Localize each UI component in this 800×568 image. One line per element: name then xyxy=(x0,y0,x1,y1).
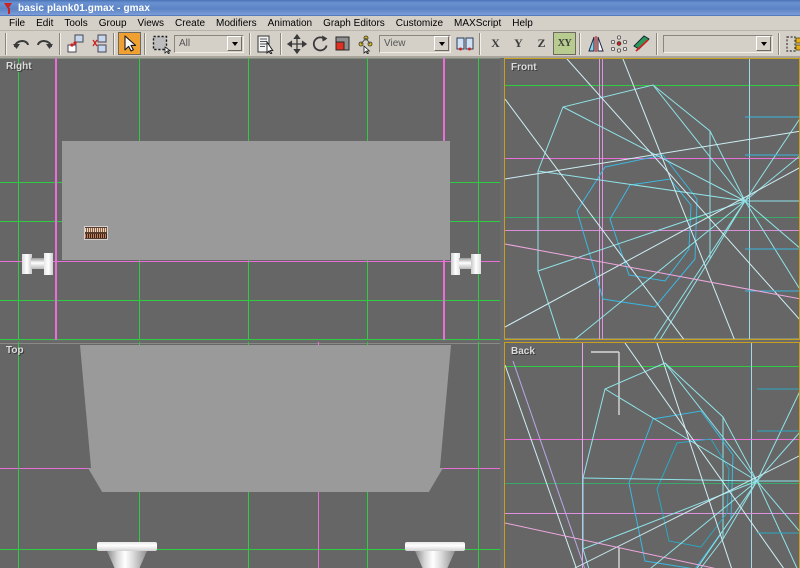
menu-item-views[interactable]: Views xyxy=(133,17,171,30)
plank-object-top-view[interactable] xyxy=(80,345,451,469)
grid-line xyxy=(0,343,500,344)
reference-coordinate-system-value: View xyxy=(384,38,406,49)
texture-swatch-icon[interactable] xyxy=(84,226,108,240)
menu-item-help[interactable]: Help xyxy=(507,17,539,30)
restrict-x-label: X xyxy=(491,36,500,50)
leg-left-shaft[interactable] xyxy=(31,258,45,269)
leg-left-foot-plate[interactable] xyxy=(44,253,53,275)
rectangular-selection-region-icon[interactable] xyxy=(149,32,172,55)
menu-item-animation[interactable]: Animation xyxy=(263,17,318,30)
select-and-manipulate-icon[interactable] xyxy=(354,32,377,55)
restrict-to-z-axis-button[interactable]: Z xyxy=(530,32,553,55)
viewport-right[interactable]: Z X Y Right xyxy=(0,58,500,340)
restrict-plane-label: XY xyxy=(557,38,572,49)
named-selection-set-combo[interactable] xyxy=(663,34,773,53)
select-by-name-icon[interactable] xyxy=(254,32,277,55)
axis-line-magenta xyxy=(55,58,57,340)
undo-icon[interactable] xyxy=(10,32,33,55)
restrict-to-y-axis-button[interactable]: Y xyxy=(507,32,530,55)
leg-right-cone[interactable] xyxy=(415,551,455,568)
axis-line-magenta xyxy=(0,261,500,262)
menu-item-file[interactable]: File xyxy=(4,17,31,30)
title-bar: basic plank01.gmax - gmax xyxy=(0,0,800,16)
toolbar-separator xyxy=(59,32,61,55)
menu-item-edit[interactable]: Edit xyxy=(31,17,59,30)
leg-right-foot-plate[interactable] xyxy=(471,254,481,274)
viewport-front[interactable]: Z Y X Front xyxy=(504,58,800,340)
menu-item-group[interactable]: Group xyxy=(94,17,133,30)
main-toolbar: All View X Y Z XY xyxy=(0,31,800,58)
selection-filter-value: All xyxy=(179,38,191,49)
toolbar-separator xyxy=(479,32,481,55)
mirror-icon[interactable] xyxy=(584,32,607,55)
grid-line xyxy=(478,342,479,568)
restrict-y-label: Y xyxy=(514,36,523,50)
viewport-back-label: Back xyxy=(511,346,535,357)
wireframe-mesh-front[interactable] xyxy=(505,59,800,340)
array-icon[interactable] xyxy=(607,32,630,55)
chevron-down-icon[interactable] xyxy=(756,36,771,51)
viewport-top-canvas[interactable] xyxy=(0,342,500,568)
plank-object-right-view[interactable] xyxy=(62,141,450,260)
select-and-rotate-icon[interactable] xyxy=(308,32,331,55)
grid-line xyxy=(18,342,19,568)
restrict-z-label: Z xyxy=(537,36,546,50)
menu-item-graph-editors[interactable]: Graph Editors xyxy=(318,17,391,30)
window-title: basic plank01.gmax - gmax xyxy=(18,2,151,14)
select-and-uniform-scale-icon[interactable] xyxy=(331,32,354,55)
viewport-container: Z X Y Right xyxy=(0,58,800,568)
edit-named-selection-sets-icon[interactable] xyxy=(783,32,800,55)
viewport-right-canvas[interactable]: Z X Y xyxy=(0,58,500,340)
restrict-to-x-axis-button[interactable]: X xyxy=(484,32,507,55)
chevron-down-icon[interactable] xyxy=(434,36,449,51)
toolbar-separator xyxy=(113,32,115,55)
menu-item-create[interactable]: Create xyxy=(170,17,211,30)
leg-left-top-plate[interactable] xyxy=(97,542,157,551)
viewport-top-label: Top xyxy=(6,345,24,356)
viewport-right-label: Right xyxy=(6,61,32,72)
toolbar-separator xyxy=(778,32,780,55)
toolbar-separator xyxy=(249,32,251,55)
grid-line xyxy=(0,58,500,59)
toolbar-separator xyxy=(5,32,7,55)
grid-line xyxy=(0,339,500,340)
chevron-down-icon[interactable] xyxy=(227,36,242,51)
leg-left-cone[interactable] xyxy=(107,551,147,568)
restrict-to-plane-button[interactable]: XY xyxy=(553,32,576,55)
wireframe-mesh-back[interactable] xyxy=(505,343,800,568)
select-and-move-icon[interactable] xyxy=(285,32,308,55)
plank-object-top-view-lower[interactable] xyxy=(88,468,443,492)
viewport-front-canvas[interactable]: Z Y X xyxy=(505,59,799,339)
toolbar-separator xyxy=(656,32,658,55)
grid-line xyxy=(478,58,479,340)
selection-filter-combo[interactable]: All xyxy=(174,34,244,53)
menu-item-maxscript[interactable]: MAXScript xyxy=(449,17,507,30)
viewport-back[interactable]: Back xyxy=(504,342,800,568)
unlink-selection-icon[interactable] xyxy=(87,32,110,55)
use-pivot-point-center-icon[interactable] xyxy=(453,32,476,55)
menu-item-modifiers[interactable]: Modifiers xyxy=(211,17,263,30)
align-icon[interactable] xyxy=(630,32,653,55)
select-object-arrow-icon[interactable] xyxy=(118,32,141,55)
menu-bar: File Edit Tools Group Views Create Modif… xyxy=(0,16,800,31)
menu-item-tools[interactable]: Tools xyxy=(59,17,93,30)
toolbar-separator xyxy=(280,32,282,55)
redo-icon[interactable] xyxy=(33,32,56,55)
viewport-top[interactable]: Top xyxy=(0,342,500,568)
select-and-link-icon[interactable] xyxy=(64,32,87,55)
toolbar-separator xyxy=(144,32,146,55)
toolbar-separator xyxy=(579,32,581,55)
menu-item-customize[interactable]: Customize xyxy=(391,17,449,30)
grid-line xyxy=(0,300,500,301)
texture-swatch-row xyxy=(85,233,107,239)
grid-line xyxy=(18,58,19,340)
viewport-front-label: Front xyxy=(511,62,537,73)
viewport-back-canvas[interactable] xyxy=(505,343,799,568)
gmax-logo-icon xyxy=(3,2,14,14)
leg-right-top-plate[interactable] xyxy=(405,542,465,551)
reference-coordinate-system-combo[interactable]: View xyxy=(379,34,451,53)
texture-swatch-row xyxy=(85,227,107,233)
